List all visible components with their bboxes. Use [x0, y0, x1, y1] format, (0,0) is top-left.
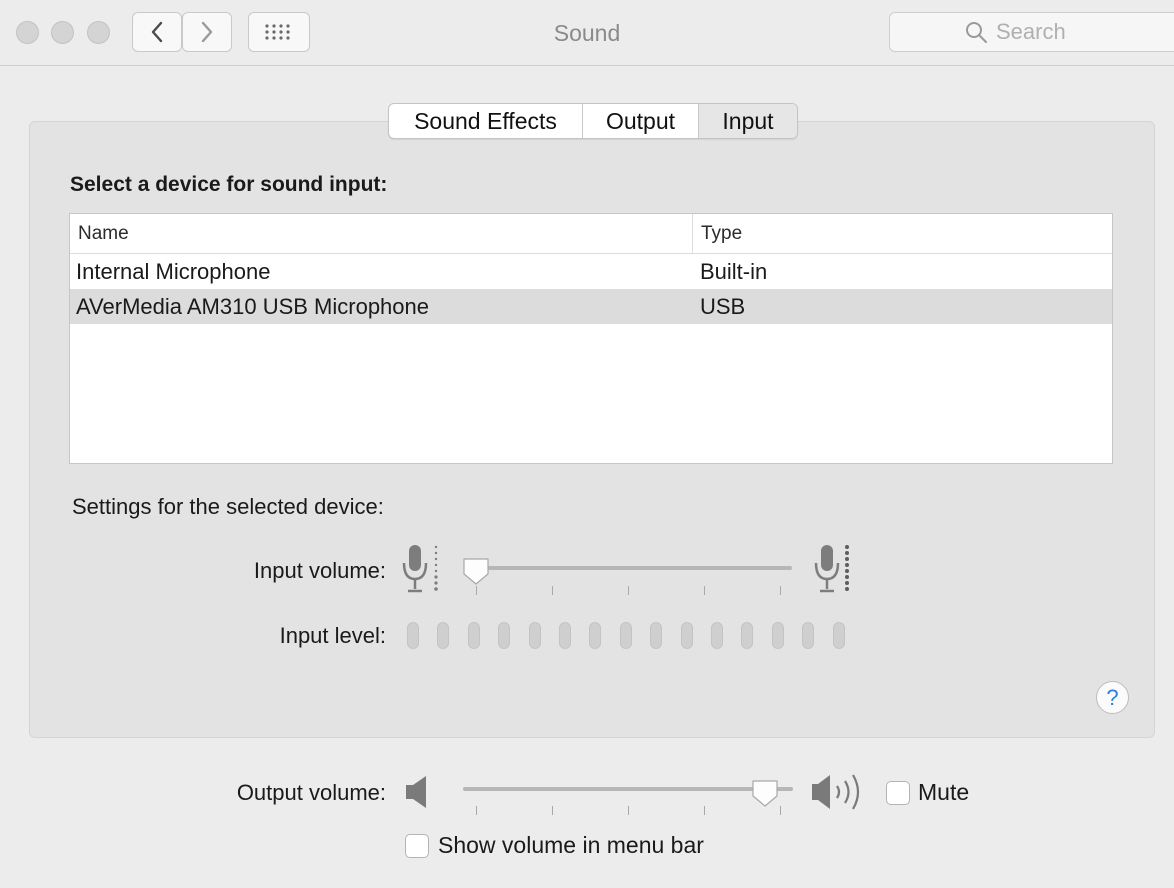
help-icon: ?	[1106, 684, 1119, 710]
input-level-segment	[559, 622, 571, 649]
input-device-table[interactable]: Name Type Internal Microphone Built-in A…	[69, 213, 1113, 464]
microphone-low-icon	[402, 545, 438, 593]
input-level-label: Input level:	[279, 623, 386, 648]
output-volume-tick	[704, 806, 705, 815]
input-level-segment	[650, 622, 663, 649]
tab-input[interactable]: Input	[699, 104, 797, 138]
input-level-segment	[832, 622, 845, 649]
tab-output[interactable]: Output	[583, 104, 699, 138]
input-level-segment	[437, 622, 450, 649]
settings-label: Settings for the selected device:	[72, 494, 384, 519]
input-level-segment	[680, 622, 693, 649]
column-header-type[interactable]: Type	[693, 214, 742, 253]
mute-label[interactable]: Mute	[918, 779, 969, 806]
output-volume-tick	[628, 806, 629, 815]
title-bar: Sound	[0, 0, 1174, 66]
device-type-cell: Built-in	[700, 258, 768, 284]
input-level-segment	[711, 622, 723, 649]
help-button[interactable]: ?	[1096, 681, 1129, 714]
input-level-segment	[528, 622, 541, 649]
output-volume-label: Output volume:	[236, 780, 386, 805]
output-volume-tick	[476, 806, 477, 815]
input-level-segment	[498, 622, 511, 649]
tab-sound-effects[interactable]: Sound Effects	[389, 104, 583, 138]
input-level-segment	[802, 622, 815, 649]
input-volume-tick	[476, 586, 477, 595]
device-type-cell: USB	[700, 293, 746, 319]
column-header-name[interactable]: Name	[70, 214, 693, 253]
input-volume-tick	[780, 586, 781, 595]
output-volume-slider[interactable]	[463, 787, 793, 791]
input-level-segment	[467, 622, 480, 649]
microphone-high-icon	[814, 545, 849, 593]
speaker-low-icon	[406, 776, 426, 808]
section-title: Select a device for sound input:	[70, 173, 388, 196]
show-volume-label[interactable]: Show volume in menu bar	[438, 832, 704, 859]
input-level-segment	[741, 622, 754, 649]
input-level-segment	[771, 622, 784, 649]
table-header: Name Type	[70, 214, 1112, 254]
input-volume-tick	[704, 586, 705, 595]
input-volume-slider[interactable]	[476, 566, 792, 570]
table-row[interactable]: Internal Microphone Built-in	[70, 254, 1112, 289]
table-row-selected[interactable]: AVerMedia AM310 USB Microphone USB	[70, 289, 1112, 324]
device-name-cell: Internal Microphone	[76, 258, 271, 284]
speaker-high-icon	[812, 774, 860, 810]
input-level-segment	[619, 622, 632, 649]
input-volume-label: Input volume:	[253, 558, 386, 583]
search-input[interactable]	[996, 19, 1166, 45]
output-volume-tick	[780, 806, 781, 815]
device-name-cell: AVerMedia AM310 USB Microphone	[76, 293, 429, 319]
input-volume-tick	[628, 586, 629, 595]
tab-bar: Sound Effects Output Input	[388, 103, 798, 139]
show-volume-checkbox[interactable]	[405, 834, 429, 858]
input-level-segment	[407, 622, 419, 649]
input-volume-tick	[552, 586, 553, 595]
output-volume-slider-thumb[interactable]	[750, 778, 780, 808]
search-icon	[966, 22, 987, 43]
mute-checkbox[interactable]	[886, 781, 910, 805]
search-field[interactable]	[889, 12, 1174, 52]
input-level-segment	[589, 622, 602, 649]
output-volume-tick	[552, 806, 553, 815]
input-volume-slider-thumb[interactable]	[461, 556, 491, 586]
